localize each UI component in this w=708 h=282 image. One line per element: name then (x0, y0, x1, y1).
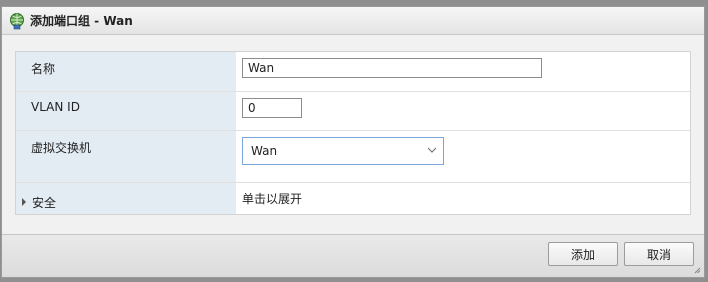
dialog-footer: 添加 取消 (2, 234, 704, 277)
name-row: 名称 (16, 52, 690, 92)
network-portgroup-icon (10, 12, 24, 29)
vlan-row: VLAN ID (16, 92, 690, 131)
add-button[interactable]: 添加 (548, 242, 618, 266)
vlan-id-input[interactable] (242, 98, 302, 118)
vswitch-selected-value: Wan (251, 144, 278, 158)
dialog-titlebar: 添加端口组 - Wan (2, 7, 704, 35)
portgroup-form: 名称 VLAN ID 虚拟交换机 Wan (15, 51, 691, 215)
name-input[interactable] (242, 58, 542, 78)
vswitch-label: 虚拟交换机 (16, 131, 236, 182)
dialog-title: 添加端口组 - Wan (30, 14, 133, 28)
chevron-down-icon (427, 147, 437, 153)
vlan-label: VLAN ID (16, 92, 236, 130)
security-expand-hint[interactable]: 单击以展开 (242, 190, 302, 207)
security-label-cell[interactable]: 安全 (16, 183, 236, 214)
vswitch-select[interactable]: Wan (242, 137, 444, 165)
cancel-button[interactable]: 取消 (624, 242, 694, 266)
add-portgroup-dialog: 添加端口组 - Wan 名称 VLAN ID 虚拟交换机 Wan (1, 6, 705, 278)
resize-grip-icon[interactable] (694, 267, 701, 274)
vswitch-row: 虚拟交换机 Wan (16, 131, 690, 183)
security-row[interactable]: 安全 单击以展开 (16, 183, 690, 214)
name-label: 名称 (16, 52, 236, 91)
dialog-content: 名称 VLAN ID 虚拟交换机 Wan (2, 35, 704, 234)
security-label: 安全 (32, 195, 57, 210)
expand-triangle-icon (22, 198, 26, 206)
